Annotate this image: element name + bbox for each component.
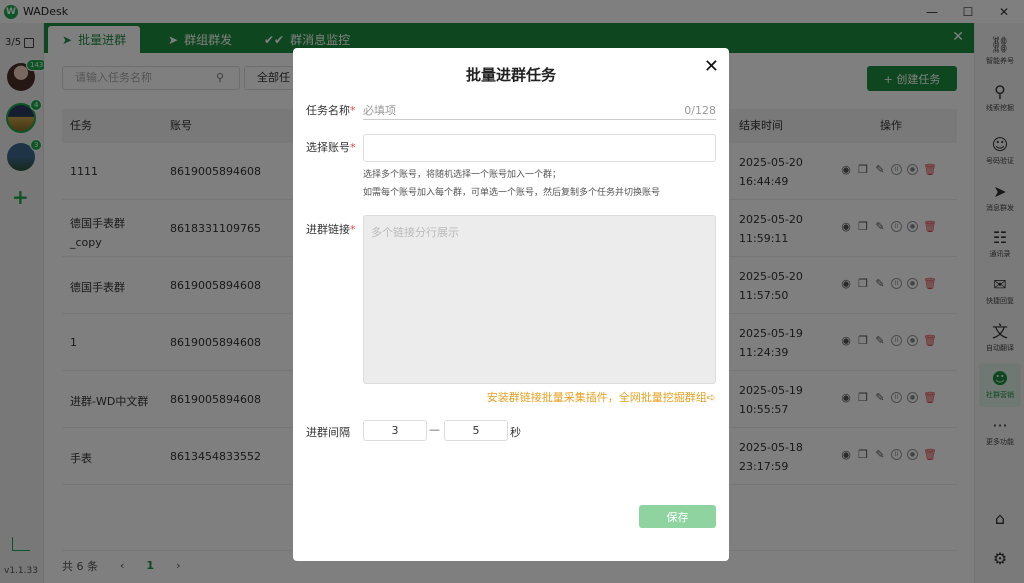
interval-min-input[interactable]: 3	[363, 420, 427, 441]
install-plugin-link[interactable]: 安装群链接批量采集插件，全网批量挖掘群组➪	[487, 389, 716, 405]
interval-separator: —	[429, 423, 440, 436]
save-button[interactable]: 保存	[639, 505, 716, 528]
dialog-title: 批量进群任务	[465, 66, 556, 84]
group-links-textarea[interactable]: 多个链接分行展示	[363, 215, 716, 384]
task-name-label: 任务名称*	[306, 104, 356, 117]
interval-max-input[interactable]: 5	[444, 420, 508, 441]
task-name-input[interactable]: 必填项 0/128	[363, 102, 716, 120]
account-hint: 如需每个账号加入每个群，可单选一个账号，然后复制多个任务并切换账号	[363, 188, 661, 198]
interval-unit: 秒	[510, 426, 521, 439]
char-count: 0/128	[684, 104, 716, 117]
batch-join-dialog: 批量进群任务 ✕ 任务名称* 必填项 0/128 选择账号* 选择多个账号，将随…	[293, 48, 729, 561]
account-hint: 选择多个账号，将随机选择一个账号加入一个群；	[363, 170, 562, 180]
interval-label: 进群间隔	[306, 426, 350, 439]
dialog-close-button[interactable]: ✕	[704, 56, 719, 77]
account-label: 选择账号*	[306, 141, 356, 154]
account-select[interactable]	[363, 134, 716, 162]
group-link-label: 进群链接*	[306, 223, 356, 236]
